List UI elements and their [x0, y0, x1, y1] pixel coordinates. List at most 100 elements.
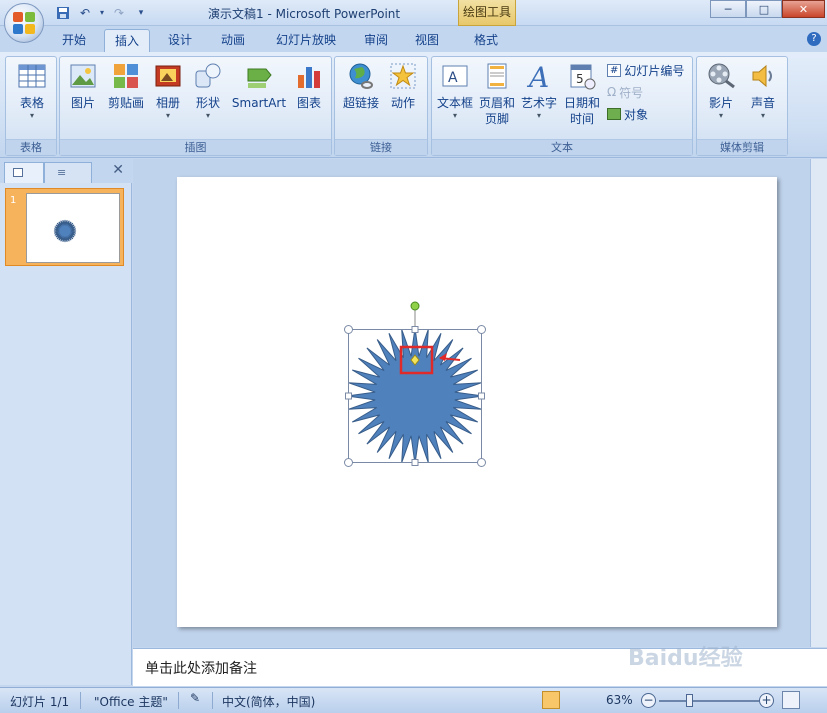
rotation-handle[interactable]: [410, 301, 420, 311]
customize-qat-icon[interactable]: ▾: [132, 4, 150, 21]
group-table: 表格 ▾ 表格: [5, 56, 57, 156]
chart-button[interactable]: 图表: [292, 61, 326, 111]
omega-icon: Ω: [607, 85, 617, 99]
normal-view-icon[interactable]: [542, 691, 560, 709]
zoom-level[interactable]: 63%: [606, 693, 633, 707]
resize-handle-bottom-right[interactable]: [477, 458, 486, 467]
resize-handle-right[interactable]: [478, 392, 485, 400]
window-controls: ─ □ ✕: [710, 0, 825, 18]
object-button[interactable]: 对象: [607, 105, 648, 123]
action-button[interactable]: 动作: [385, 61, 421, 111]
album-button-label: 相册: [155, 96, 180, 110]
slide-number-button[interactable]: # 幻灯片编号: [607, 61, 684, 79]
film-reel-icon: [708, 63, 735, 89]
hyperlink-button[interactable]: 超链接: [339, 61, 383, 111]
resize-handle-bottom[interactable]: [411, 459, 419, 466]
header-footer-button[interactable]: 页眉和 页脚: [476, 61, 518, 127]
header-footer-label-2: 页脚: [484, 112, 509, 126]
theme-status: "Office 主题": [94, 695, 168, 709]
slide-sorter-view-icon[interactable]: [562, 691, 580, 709]
status-separator: [80, 692, 81, 709]
zoom-slider-thumb[interactable]: [686, 694, 693, 707]
window-title: 演示文稿1 - Microsoft PowerPoint: [208, 7, 401, 21]
tab-home[interactable]: 开始: [52, 29, 96, 52]
svg-text:5: 5: [576, 72, 584, 86]
notes-placeholder: 单击此处添加备注: [145, 661, 257, 677]
star-shape[interactable]: [346, 327, 484, 465]
language-status[interactable]: 中文(简体，中国): [222, 693, 315, 710]
header-footer-icon: [487, 63, 507, 89]
picture-button[interactable]: 图片: [66, 61, 100, 111]
thumbnail-star: [53, 219, 77, 243]
resize-handle-left[interactable]: [345, 392, 352, 400]
dropdown-arrow-icon: ▾: [536, 111, 541, 120]
tab-design[interactable]: 设计: [158, 29, 202, 52]
textbox-icon: A: [442, 65, 468, 87]
undo-dropdown-icon[interactable]: ▾: [98, 4, 106, 21]
dropdown-arrow-icon: ▾: [452, 111, 457, 120]
tab-insert[interactable]: 插入: [104, 29, 150, 52]
zoom-out-icon[interactable]: −: [641, 693, 656, 708]
datetime-button[interactable]: 5 日期和 时间: [561, 61, 603, 127]
group-links-label: 链接: [335, 139, 427, 155]
symbol-button[interactable]: Ω 符号: [607, 83, 643, 101]
maximize-button[interactable]: □: [746, 0, 782, 18]
textbox-button[interactable]: A 文本框 ▾: [436, 61, 474, 121]
resize-handle-top-right[interactable]: [477, 325, 486, 334]
resize-handle-top-left[interactable]: [344, 325, 353, 334]
minimize-button[interactable]: ─: [710, 0, 746, 18]
tab-slides-thumbnails[interactable]: [4, 162, 44, 183]
shapes-button-label: 形状: [195, 96, 220, 110]
save-icon[interactable]: [54, 4, 72, 21]
vertical-scrollbar[interactable]: [810, 159, 827, 647]
tab-review[interactable]: 审阅: [354, 29, 398, 52]
watermark: Baidu经验: [628, 646, 743, 671]
resize-handle-top[interactable]: [411, 326, 419, 333]
object-icon: [607, 108, 621, 120]
status-separator: [212, 692, 213, 709]
slide-drawing-layer: [344, 301, 486, 467]
movie-button-label: 影片: [708, 96, 733, 110]
close-button[interactable]: ✕: [782, 0, 825, 18]
header-footer-label-1: 页眉和: [478, 96, 515, 110]
picture-icon: [70, 64, 96, 88]
title-bar: ↶ ▾ ↷ ▾ 演示文稿1 - Microsoft PowerPoint 绘图工…: [0, 0, 827, 26]
ribbon: 表格 ▾ 表格 图片 剪贴画 相册 ▾ 形状 ▾ SmartArt 图表 插图 …: [0, 52, 827, 158]
slide-editing-area: [133, 159, 827, 647]
drawing-tools-context: 绘图工具: [458, 0, 516, 26]
smartart-button-label: SmartArt: [231, 96, 287, 110]
zoom-in-icon[interactable]: +: [759, 693, 774, 708]
spell-check-icon[interactable]: ✎: [190, 691, 200, 705]
resize-handle-bottom-left[interactable]: [344, 458, 353, 467]
sound-button[interactable]: 声音 ▾: [745, 61, 781, 121]
table-button[interactable]: 表格 ▾: [14, 61, 50, 121]
action-button-label: 动作: [390, 96, 415, 110]
smartart-button[interactable]: SmartArt: [230, 61, 288, 111]
movie-button[interactable]: 影片 ▾: [701, 61, 741, 121]
tab-outline[interactable]: ≡: [44, 162, 92, 183]
tab-view[interactable]: 视图: [405, 29, 449, 52]
clipart-button[interactable]: 剪贴画: [106, 61, 146, 111]
slide-canvas[interactable]: [177, 177, 777, 627]
wordart-button-label: 艺术字: [520, 96, 557, 110]
slides-panel-tabs: ≡ ✕: [0, 159, 132, 183]
slideshow-view-icon[interactable]: [582, 691, 600, 709]
wordart-icon: A: [526, 61, 549, 91]
redo-icon[interactable]: ↷: [110, 4, 128, 21]
album-button[interactable]: 相册 ▾: [152, 61, 184, 121]
close-panel-icon[interactable]: ✕: [112, 162, 124, 178]
help-icon[interactable]: ?: [807, 32, 821, 46]
tab-format[interactable]: 格式: [464, 29, 508, 52]
fit-to-window-icon[interactable]: [782, 691, 800, 709]
tab-slideshow[interactable]: 幻灯片放映: [268, 29, 344, 52]
slide-thumbnail-1[interactable]: 1: [5, 188, 124, 266]
zoom-slider[interactable]: [659, 700, 759, 702]
slides-panel: ≡ ✕ 1: [0, 159, 132, 685]
wordart-button[interactable]: A 艺术字 ▾: [520, 61, 558, 121]
office-button[interactable]: [4, 3, 44, 43]
tab-animations[interactable]: 动画: [211, 29, 255, 52]
calendar-clock-icon: 5: [570, 64, 596, 90]
table-button-label: 表格: [19, 96, 44, 110]
undo-icon[interactable]: ↶: [76, 4, 94, 21]
shapes-button[interactable]: 形状 ▾: [191, 61, 225, 121]
